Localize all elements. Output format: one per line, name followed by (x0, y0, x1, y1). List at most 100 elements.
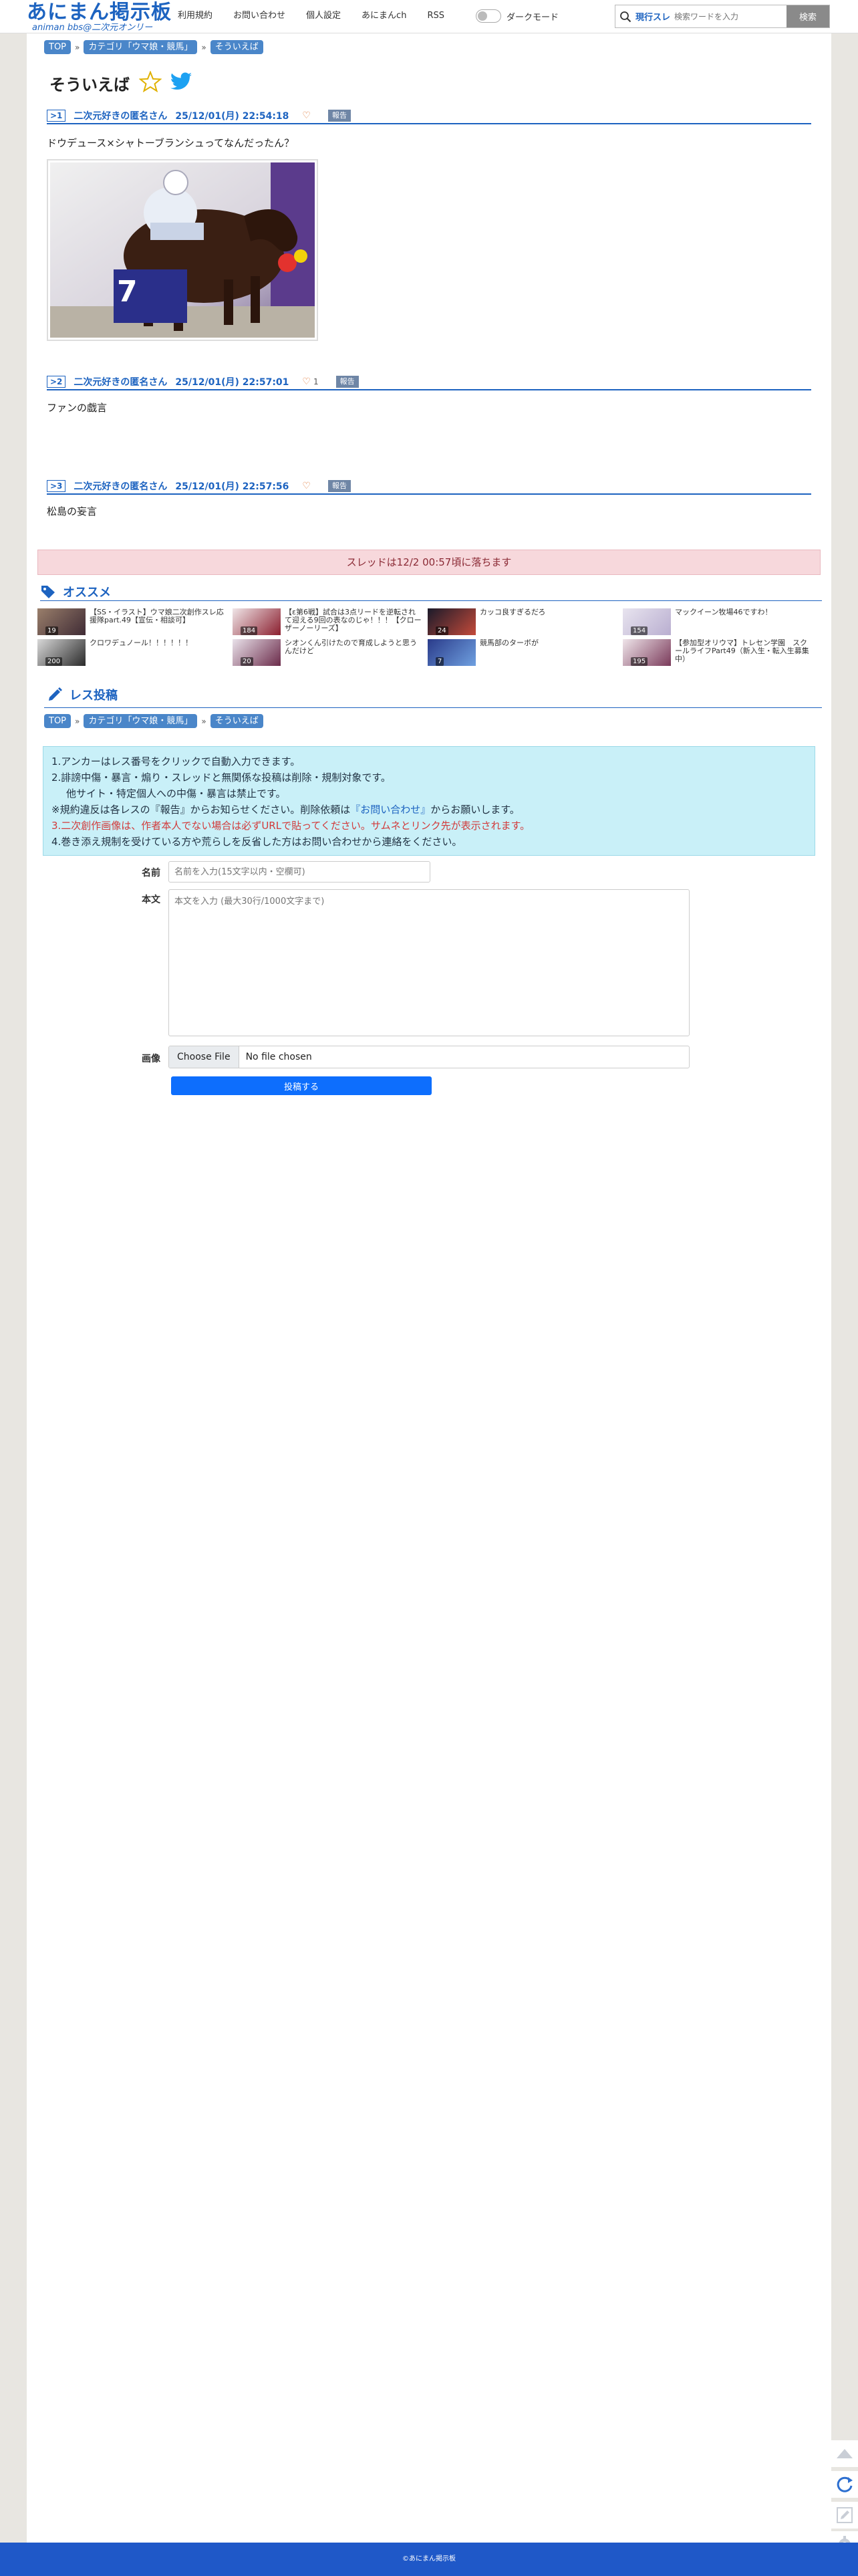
comment-count: 184 (241, 626, 258, 635)
breadcrumb-separator: » (75, 716, 80, 726)
image-file-input[interactable]: Choose File No file chosen (168, 1046, 690, 1068)
search-button[interactable]: 検索 (786, 5, 829, 27)
rule-text: ※規約違反は各レスの『報告』からお知らせください。削除依頼は (51, 804, 351, 816)
recommend-item[interactable]: 20 シオンくん引けたので育成しようと思うんだけど (233, 639, 426, 669)
toggle-switch[interactable] (476, 9, 501, 23)
site-footer: ©あにまん掲示板 (0, 2543, 858, 2576)
post-body: ファンの戯言 (47, 402, 108, 414)
post-header: >2 二次元好きの匿名さん 25/12/01(月) 22:57:01 ♡ 1 報… (47, 374, 811, 390)
rule-line: 1.アンカーはレス番号をクリックで自動入力できます。 (51, 755, 301, 768)
edit-icon (837, 2507, 853, 2523)
rule-line: 2.誹謗中傷・暴言・煽り・スレッドと無関係な投稿は削除・規制対象です。 (51, 772, 391, 784)
header-nav: 利用規約 お問い合わせ 個人設定 あにまんch RSS (178, 9, 465, 23)
like-count: 1 (313, 377, 319, 386)
breadcrumb-thread[interactable]: そういえば (210, 714, 263, 728)
site-logo[interactable]: あにまん掲示板 animan bbs@二次元オンリー (27, 2, 171, 33)
post-header: >3 二次元好きの匿名さん 25/12/01(月) 22:57:56 ♡ 報告 (47, 479, 811, 495)
breadcrumb-top[interactable]: TOP (44, 40, 72, 54)
dark-mode-label: ダークモード (507, 12, 559, 23)
rule-line: 4.巻き添え規制を受けている方や荒らしを反省した方はお問い合わせから連絡をくださ… (51, 836, 462, 848)
site-header: あにまん掲示板 animan bbs@二次元オンリー 利用規約 お問い合わせ 個… (0, 0, 858, 33)
choose-file-button[interactable]: Choose File (169, 1046, 239, 1068)
recommend-title: カッコ良すぎるだろ (480, 608, 546, 616)
comment-count: 195 (631, 657, 648, 666)
recommend-item[interactable]: 154 マックイーン牧場46ですわ！ (623, 608, 817, 638)
recommend-item[interactable]: 19 【SS・イラスト】ウマ娘二次創作スレ応援隊part.49【宣伝・相談可】 (37, 608, 231, 638)
search-bar: 現行スレ 検索 (615, 5, 830, 28)
toggle-knob (478, 11, 487, 21)
heart-icon[interactable]: ♡ (302, 481, 311, 491)
comment-count: 200 (45, 657, 63, 666)
breadcrumb-top[interactable]: TOP (44, 714, 72, 728)
contact-link[interactable]: 『お問い合わせ』 (350, 804, 430, 816)
report-button[interactable]: 報告 (327, 480, 351, 492)
comment-count: 154 (631, 626, 648, 635)
breadcrumb-separator: » (201, 42, 206, 52)
recommend-title: 【ε第6戦】試合は3点リードを逆転されて迎える9回の表なのじゃ！！！【クローザー… (285, 608, 422, 632)
post-date: 25/12/01(月) 22:54:18 (175, 111, 289, 122)
recommend-title: クロワデュノール！！！！！！ (90, 639, 192, 647)
scroll-top-button[interactable] (831, 2440, 858, 2467)
search-scope-select[interactable]: 現行スレ (635, 10, 674, 23)
reply-heading: レス投稿 (47, 686, 118, 703)
recommend-item[interactable]: 24 カッコ良すぎるだろ (428, 608, 621, 638)
rule-line: 3.二次創作画像は、作者本人でない場合は必ずURLで貼ってください。サムネとリン… (51, 820, 531, 832)
nav-rss-link[interactable]: RSS (427, 9, 444, 23)
rule-text: からお願いします。 (430, 804, 520, 816)
name-input[interactable] (168, 861, 430, 883)
dark-mode-toggle[interactable]: ダークモード (476, 9, 559, 23)
recommend-thumbnail: 19 (37, 608, 86, 635)
recommend-item[interactable]: 200 クロワデュノール！！！！！！ (37, 639, 231, 669)
tag-icon (41, 586, 55, 598)
post-number[interactable]: >1 (47, 110, 66, 122)
image-label: 画像 (142, 1054, 160, 1064)
recommend-title: 【SS・イラスト】ウマ娘二次創作スレ応援隊part.49【宣伝・相談可】 (90, 608, 224, 624)
recommend-title: シオンくん引けたので育成しようと思うんだけど (285, 639, 417, 655)
thread-fall-notice: スレッドは12/2 00:57頃に落ちます (37, 550, 821, 575)
report-button[interactable]: 報告 (327, 110, 351, 122)
recommend-item[interactable]: 7 競馬部のターボが (428, 639, 621, 669)
reload-icon (837, 2476, 853, 2492)
heart-icon[interactable]: ♡ (302, 110, 311, 121)
comment-count: 19 (45, 626, 58, 635)
reply-heading-text: レス投稿 (69, 689, 118, 703)
thread-title: そういえば (49, 75, 130, 94)
recommend-thumbnail: 20 (233, 639, 281, 666)
search-input[interactable] (674, 6, 781, 27)
recommend-thumbnail: 7 (428, 639, 476, 666)
nav-terms-link[interactable]: 利用規約 (178, 9, 212, 23)
thread-title-row: そういえば (49, 70, 192, 95)
report-button[interactable]: 報告 (335, 376, 359, 388)
recommend-item[interactable]: 184 【ε第6戦】試合は3点リードを逆転されて迎える9回の表なのじゃ！！！【ク… (233, 608, 426, 638)
post-image[interactable]: 7 (47, 159, 318, 341)
post-header: >1 二次元好きの匿名さん 25/12/01(月) 22:54:18 ♡ 報告 (47, 108, 811, 124)
post-body: 松島の妄言 (47, 505, 98, 517)
post-number[interactable]: >2 (47, 376, 66, 388)
recommend-title: 競馬部のターボが (480, 639, 539, 647)
nav-settings-link[interactable]: 個人設定 (306, 9, 341, 23)
twitter-icon[interactable] (170, 72, 192, 94)
post-author: 二次元好きの匿名さん (74, 111, 168, 122)
body-textarea[interactable] (168, 889, 690, 1036)
post-date: 25/12/01(月) 22:57:56 (175, 481, 289, 492)
recommend-item[interactable]: 195 【参加型オリウマ】トレセン学園 スクールライフPart49（新入生・転入… (623, 639, 817, 669)
nav-animanch-link[interactable]: あにまんch (362, 9, 406, 23)
breadcrumb-category[interactable]: カテゴリ「ウマ娘・競馬」 (84, 40, 198, 54)
submit-button[interactable]: 投稿する (171, 1076, 432, 1095)
nav-contact-link[interactable]: お問い合わせ (233, 9, 285, 23)
post-body: ドウデュース×シャトーブランシュってなんだったん？ (47, 137, 295, 149)
recommend-thumbnail: 195 (623, 639, 671, 666)
star-icon[interactable] (138, 70, 162, 95)
breadcrumb-category[interactable]: カテゴリ「ウマ娘・競馬」 (84, 714, 198, 728)
comment-count: 24 (436, 626, 448, 635)
heart-icon[interactable]: ♡ (302, 376, 311, 387)
post-number[interactable]: >3 (47, 480, 66, 492)
compose-button[interactable] (831, 2502, 858, 2529)
recommend-thumbnail: 154 (623, 608, 671, 635)
breadcrumb-separator: » (201, 716, 206, 726)
recommend-heading: オススメ (40, 583, 111, 600)
rule-line: ※規約違反は各レスの『報告』からお知らせください。削除依頼は『お問い合わせ』から… (51, 802, 807, 818)
recommend-thumbnail: 200 (37, 639, 86, 666)
reload-button[interactable] (831, 2471, 858, 2498)
breadcrumb-thread[interactable]: そういえば (210, 40, 263, 54)
